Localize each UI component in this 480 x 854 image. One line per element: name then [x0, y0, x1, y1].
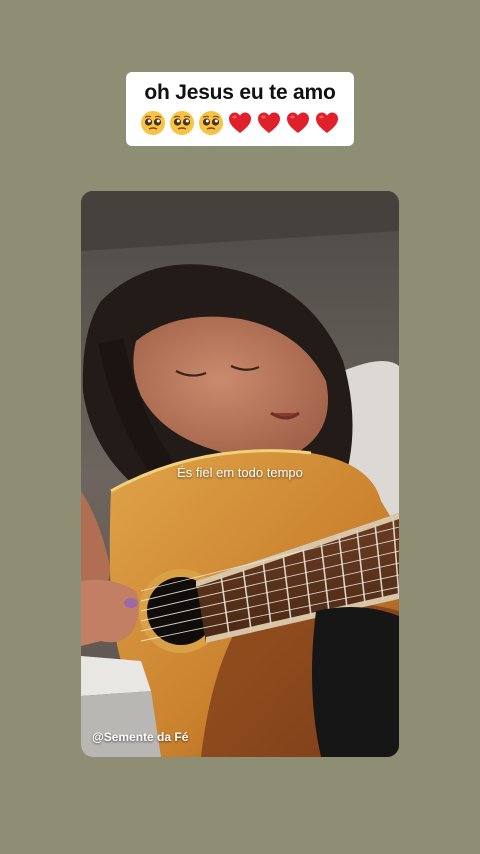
story-caption-sticker[interactable]: oh Jesus eu te amo: [126, 72, 354, 146]
emoji-row: [126, 109, 354, 137]
red-heart-emoji-icon: [229, 112, 251, 133]
pleading-face-emoji-icon: [199, 111, 223, 135]
video-player[interactable]: És fiel em todo tempo @Semente da Fé: [81, 191, 399, 757]
red-heart-emoji-icon: [258, 112, 280, 133]
red-heart-emoji-icon: [287, 112, 309, 133]
pleading-face-emoji-icon: [141, 111, 165, 135]
pleading-face-emoji-icon: [170, 111, 194, 135]
video-subtitle: És fiel em todo tempo: [177, 465, 303, 480]
channel-watermark: @Semente da Fé: [92, 730, 189, 744]
caption-text: oh Jesus eu te amo: [144, 81, 336, 104]
red-heart-emoji-icon: [316, 112, 338, 133]
